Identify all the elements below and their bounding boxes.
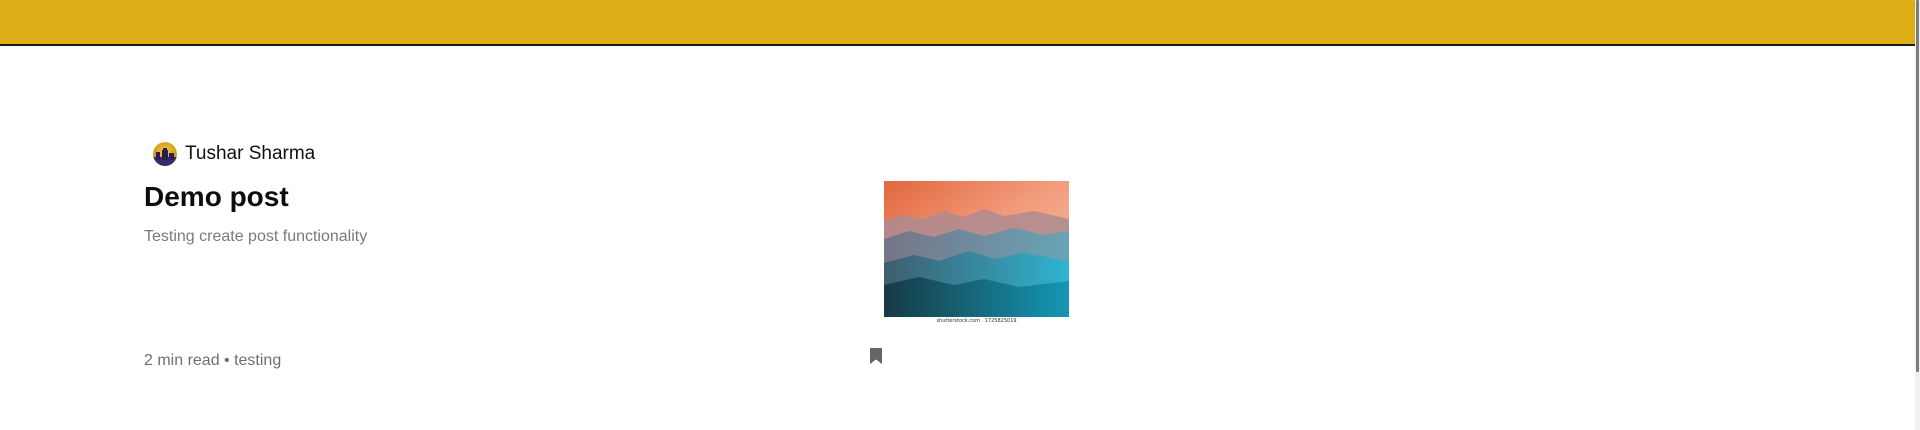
author-avatar[interactable]: [153, 142, 177, 166]
post-subtitle: Testing create post functionality: [144, 228, 368, 245]
post-title[interactable]: Demo post: [144, 181, 289, 213]
image-watermark: shutterstock.com · 1725825019: [936, 318, 1017, 324]
thumbnail-image: [884, 181, 1069, 317]
top-header-bar: [0, 0, 1915, 46]
author-row[interactable]: Tushar Sharma: [153, 140, 315, 168]
author-name[interactable]: Tushar Sharma: [185, 143, 315, 165]
bookmark-icon[interactable]: [869, 347, 883, 365]
avatar-image: [153, 142, 177, 166]
post-thumbnail[interactable]: shutterstock.com · 1725825019: [884, 181, 1069, 326]
scrollbar-thumb[interactable]: [1916, 0, 1919, 372]
post-card[interactable]: Tushar Sharma Demo post Testing create p…: [144, 136, 1084, 376]
post-meta: 2 min read • testing: [144, 352, 282, 369]
